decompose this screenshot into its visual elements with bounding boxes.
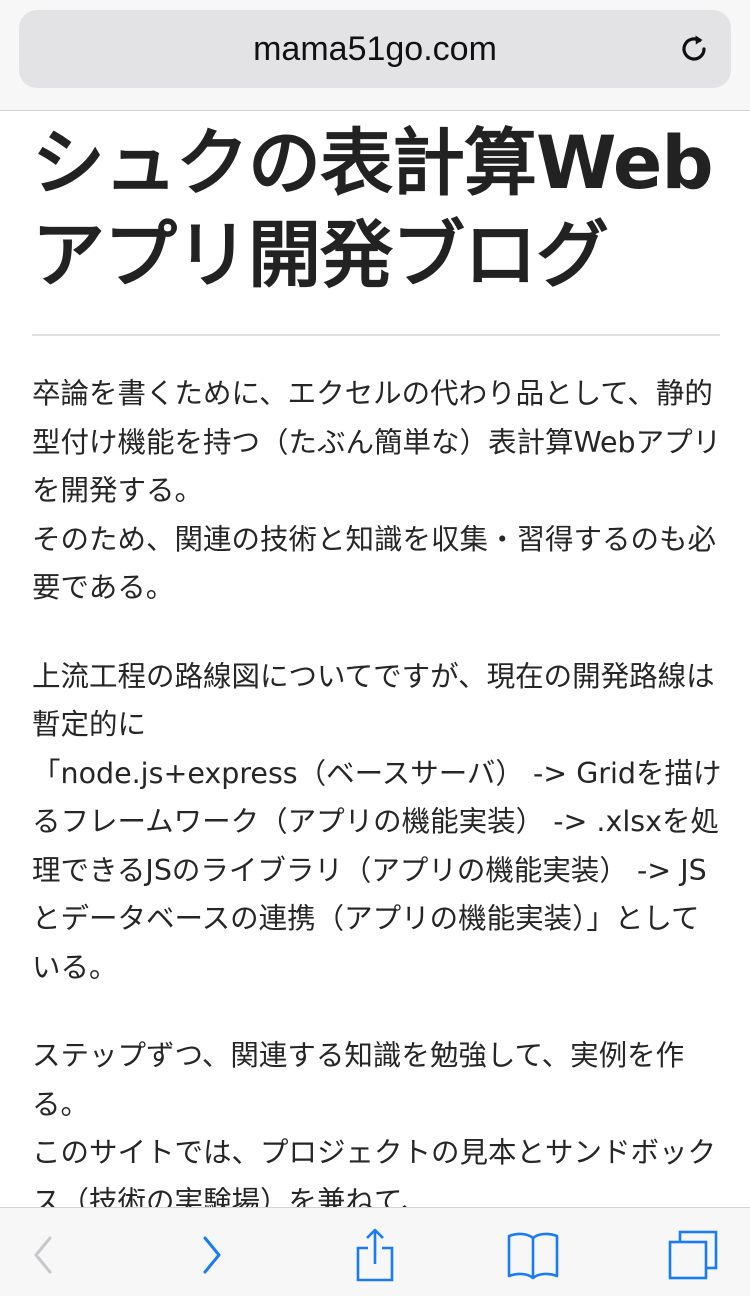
steps-paragraph: ステップずつ、関連する知識を勉強して、実例を作る。このサイトでは、プロジェクトの… [32,1032,722,1208]
address-bar[interactable]: mama51go.com [19,10,731,88]
back-icon[interactable] [16,1228,70,1282]
page-content: シュクの表計算Webアプリ開発ブログ 卒論を書くために、エクセルの代わり品として… [32,110,722,1208]
roadmap-paragraph: 上流工程の路線図についてですが、現在の開発路線は暫定的に「node.js+exp… [32,653,722,993]
tabs-icon[interactable] [666,1228,720,1282]
bookmarks-icon[interactable] [506,1228,560,1282]
browser-bottom-toolbar [0,1207,750,1296]
paragraph-line: 卒論を書くために、エクセルの代わり品として、静的型付け機能を持つ（たぶん簡単な）… [32,377,722,507]
paragraph-line: 「node.js+express（ベースサーバ） -> Gridを描けるフレーム… [32,756,722,984]
reload-icon[interactable] [677,32,711,66]
url-text[interactable]: mama51go.com [19,10,731,88]
share-icon[interactable] [348,1228,402,1282]
browser-top-bar: mama51go.com [0,0,750,111]
paragraph-line: そのため、関連の技術と知識を収集・習得するのも必要である。 [32,522,717,605]
page-title: シュクの表計算Webアプリ開発ブログ [32,121,714,298]
paragraph-line: 上流工程の路線図についてですが、現在の開発路線は暫定的に [32,659,715,742]
title-divider [32,334,720,336]
paragraph-line: このサイトでは、プロジェクトの見本とサンドボックス（技術の実験場）を兼ねて、 [32,1136,717,1208]
forward-icon[interactable] [185,1228,239,1282]
intro-paragraph: 卒論を書くために、エクセルの代わり品として、静的型付け機能を持つ（たぶん簡単な）… [32,370,722,613]
paragraph-line: ステップずつ、関連する知識を勉強して、実例を作る。 [32,1039,685,1121]
